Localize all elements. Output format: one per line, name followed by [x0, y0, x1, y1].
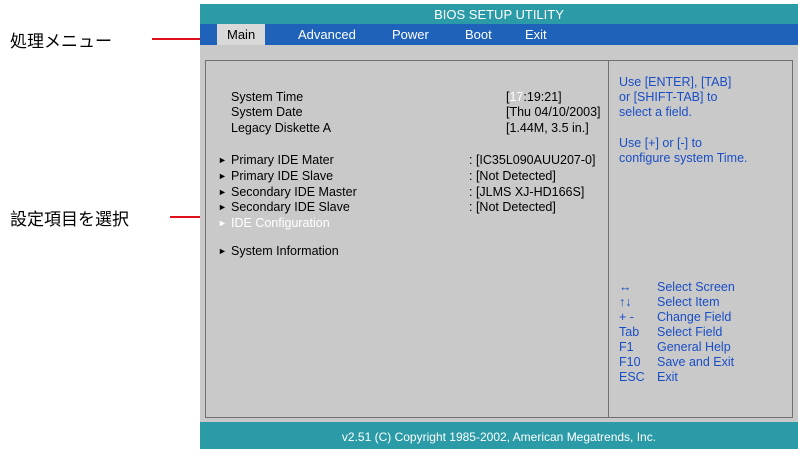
submenu-primary-ide-master[interactable]: Primary IDE Mater: [231, 153, 334, 167]
key-help-change-field: + - Change Field: [619, 310, 732, 324]
help-line: Use [+] or [-] to: [619, 136, 703, 150]
setting-system-date-value[interactable]: [Thu 04/10/2003]: [506, 105, 601, 119]
menu-boot[interactable]: Boot: [465, 24, 492, 45]
submenu-secondary-ide-slave[interactable]: Secondary IDE Slave: [231, 200, 350, 214]
callout-select-label: 設定項目を選択: [10, 210, 129, 230]
time-hour-selected[interactable]: 17: [509, 90, 523, 104]
key-help-select-item: ↑↓ Select Item: [619, 295, 720, 309]
submenu-secondary-ide-slave-value: : [Not Detected]: [469, 200, 556, 214]
key-help-save-exit: F10 Save and Exit: [619, 355, 735, 369]
submenu-arrow-icon: ►: [218, 187, 227, 197]
menu-exit[interactable]: Exit: [525, 24, 547, 45]
menu-bar: Main Advanced Power Boot Exit: [200, 24, 798, 45]
help-line: configure system Time.: [619, 151, 748, 165]
key-help-select-screen: ↔ Select Screen: [619, 280, 735, 294]
key-help-select-field: Tab Select Field: [619, 325, 723, 339]
key-help-general-help: F1 General Help: [619, 340, 731, 354]
setting-legacy-diskette-label[interactable]: Legacy Diskette A: [231, 121, 331, 135]
setting-system-time-label[interactable]: System Time: [231, 90, 303, 104]
help-line: or [SHIFT-TAB] to: [619, 90, 718, 104]
submenu-arrow-icon: ►: [218, 155, 227, 165]
menu-advanced[interactable]: Advanced: [298, 24, 356, 45]
setting-legacy-diskette-value[interactable]: [1.44M, 3.5 in.]: [506, 121, 589, 135]
submenu-arrow-icon: ►: [218, 171, 227, 181]
key-help-exit: ESC Exit: [619, 370, 678, 384]
submenu-primary-ide-slave-value: : [Not Detected]: [469, 169, 556, 183]
submenu-primary-ide-master-value: : [IC35L090AUU207-0]: [469, 153, 596, 167]
submenu-arrow-icon: ►: [218, 218, 227, 228]
arrows-left-right-icon: ↔: [619, 280, 632, 294]
submenu-secondary-ide-master[interactable]: Secondary IDE Master: [231, 185, 357, 199]
submenu-arrow-icon: ►: [218, 246, 227, 256]
copyright-footer: v2.51 (C) Copyright 1985-2002, American …: [200, 422, 798, 449]
help-line: select a field.: [619, 105, 692, 119]
setting-system-date-label[interactable]: System Date: [231, 105, 303, 119]
callout-menu-label: 処理メニュー: [10, 32, 112, 52]
submenu-system-information[interactable]: System Information: [231, 244, 339, 258]
submenu-secondary-ide-master-value: : [JLMS XJ-HD166S]: [469, 185, 585, 199]
submenu-primary-ide-slave[interactable]: Primary IDE Slave: [231, 169, 333, 183]
menu-main[interactable]: Main: [217, 24, 266, 45]
setting-system-time-value[interactable]: [17:19:21]: [506, 90, 562, 104]
help-panel: Use [ENTER], [TAB] or [SHIFT-TAB] to sel…: [608, 60, 793, 418]
bios-title: BIOS SETUP UTILITY: [200, 4, 798, 24]
arrows-up-down-icon: ↑↓: [619, 295, 632, 309]
submenu-ide-configuration[interactable]: IDE Configuration: [231, 216, 330, 230]
bios-screen: BIOS SETUP UTILITY Main Advanced Power B…: [200, 4, 798, 449]
submenu-arrow-icon: ►: [218, 202, 227, 212]
main-panel: System Time [17:19:21] System Date [Thu …: [205, 60, 609, 418]
menu-power[interactable]: Power: [392, 24, 429, 45]
help-line: Use [ENTER], [TAB]: [619, 75, 732, 89]
